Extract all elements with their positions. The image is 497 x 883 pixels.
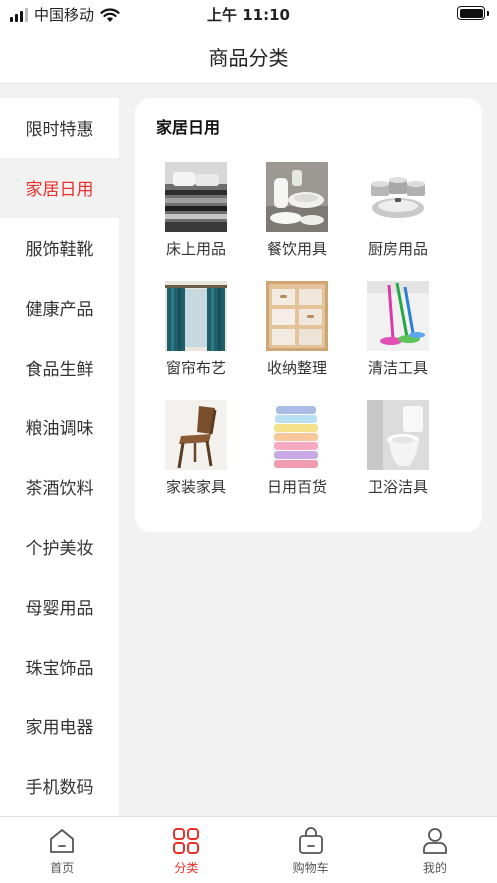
profile-icon [422, 828, 447, 854]
tab-category[interactable]: 分类 [124, 817, 248, 883]
subcategory-label: 卫浴洁具 [367, 478, 428, 496]
home-icon [50, 829, 75, 853]
tab-label: 购物车 [292, 861, 329, 875]
tab-bar: 首页 分类 购物车 我的 [0, 816, 497, 883]
sidebar-item-digital[interactable]: 手机数码 [0, 756, 119, 816]
storage-image [266, 281, 328, 351]
chair-image [165, 400, 227, 470]
subcategory-label: 餐饮用具 [266, 240, 327, 258]
sidebar-item-limited-offer[interactable]: 限时特惠 [0, 98, 119, 158]
bedding-image [165, 162, 227, 232]
subcategory-label: 日用百货 [266, 478, 327, 496]
status-bar: 中国移动 上午 11:10 [0, 0, 497, 28]
sidebar-item-fresh-food[interactable]: 食品生鲜 [0, 337, 119, 397]
subcategory-label: 收纳整理 [266, 359, 327, 377]
subcategory-curtains[interactable]: 窗帘布艺 [146, 281, 246, 378]
toilet-image [367, 400, 429, 470]
status-time: 上午 11:10 [207, 6, 290, 24]
subcategory-storage[interactable]: 收纳整理 [247, 281, 347, 378]
curtain-image [165, 281, 227, 351]
sidebar-item-beauty[interactable]: 个护美妆 [0, 517, 119, 577]
tab-profile[interactable]: 我的 [373, 817, 497, 883]
sidebar-item-baby[interactable]: 母婴用品 [0, 576, 119, 636]
battery-icon [457, 6, 489, 20]
tab-label: 首页 [50, 861, 75, 875]
tab-cart[interactable]: 购物车 [249, 817, 373, 883]
subcategory-bedding[interactable]: 床上用品 [146, 162, 246, 259]
subcategory-daily-goods[interactable]: 日用百货 [247, 400, 347, 497]
page-title: 商品分类 [208, 46, 289, 70]
subcategory-label: 厨房用品 [367, 240, 428, 258]
subcategory-label: 清洁工具 [367, 359, 428, 377]
subcategory-furniture[interactable]: 家装家具 [146, 400, 246, 497]
sidebar-item-health[interactable]: 健康产品 [0, 277, 119, 337]
nav-bar: 商品分类 [0, 28, 497, 84]
subcategory-label: 家装家具 [165, 478, 226, 496]
category-title: 家居日用 [156, 118, 221, 137]
sidebar-item-jewelry[interactable]: 珠宝饰品 [0, 636, 119, 696]
subcategory-tableware[interactable]: 餐饮用具 [247, 162, 347, 259]
mop-image [367, 281, 429, 351]
tab-label: 我的 [422, 861, 447, 875]
category-card: 家居日用 床上用品 餐饮用具 厨房用品 窗帘布艺 收纳整理 清洁工具 家装家具 … [135, 98, 482, 532]
sidebar-item-grain-oil[interactable]: 粮油调味 [0, 397, 119, 457]
subcategory-cleaning[interactable]: 清洁工具 [348, 281, 448, 378]
sidebar-item-appliances[interactable]: 家用电器 [0, 696, 119, 756]
tab-label: 分类 [174, 861, 199, 875]
cookware-image [367, 162, 429, 232]
towels-image [266, 400, 328, 470]
category-icon [173, 828, 200, 854]
cart-icon [298, 827, 323, 854]
subcategory-cookware[interactable]: 厨房用品 [348, 162, 448, 259]
subcategory-label: 床上用品 [165, 240, 226, 258]
sidebar-item-home-goods[interactable]: 家居日用 [0, 157, 119, 218]
subcategory-bathroom[interactable]: 卫浴洁具 [348, 400, 448, 497]
subcategory-label: 窗帘布艺 [165, 359, 226, 377]
tableware-image [266, 162, 328, 232]
sidebar-item-apparel[interactable]: 服饰鞋靴 [0, 218, 119, 278]
sidebar-item-drinks[interactable]: 茶酒饮料 [0, 457, 119, 517]
tab-home[interactable]: 首页 [0, 817, 124, 883]
category-sidebar: 限时特惠 家居日用 服饰鞋靴 健康产品 食品生鲜 粮油调味 茶酒饮料 个护美妆 … [0, 98, 119, 816]
